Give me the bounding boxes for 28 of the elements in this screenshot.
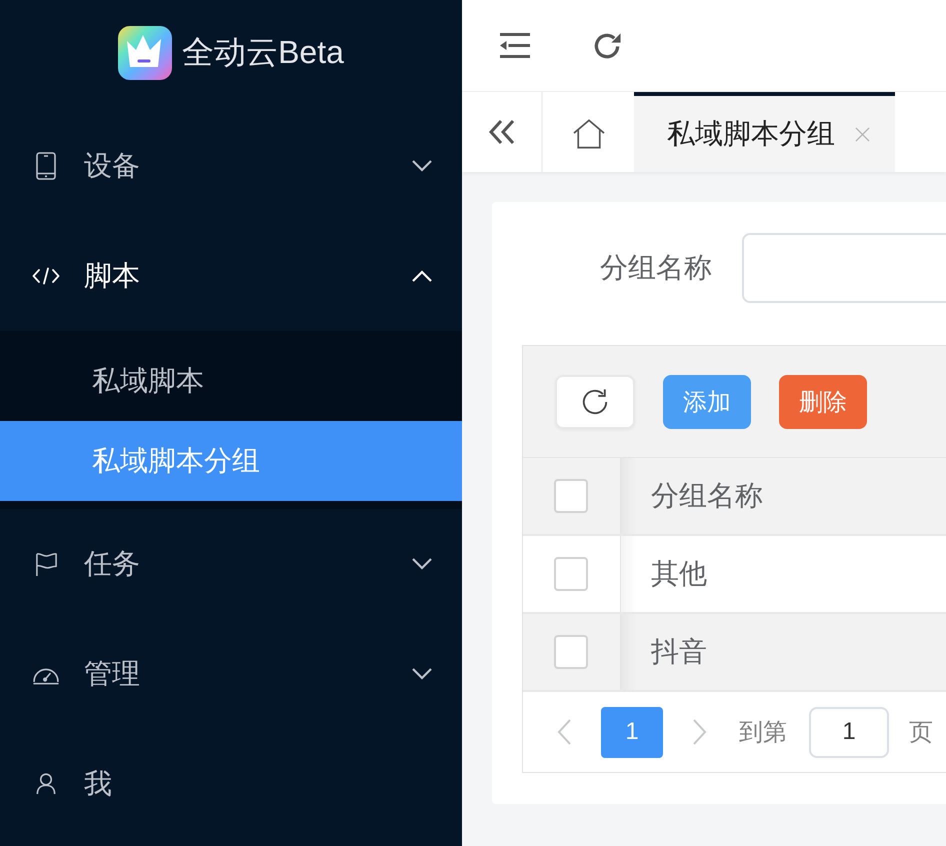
home-tab[interactable]: [543, 92, 634, 172]
page-unit-label: 页: [909, 718, 933, 748]
field-label: 分组名称: [599, 251, 713, 285]
code-icon: [32, 267, 60, 285]
close-icon[interactable]: [855, 126, 870, 142]
app-title: 全动云Beta: [182, 32, 344, 72]
checkbox[interactable]: [554, 479, 588, 513]
user-icon: [36, 772, 56, 796]
logo-icon: [118, 26, 172, 80]
page-input[interactable]: 1: [809, 706, 889, 758]
checkbox[interactable]: [554, 557, 588, 591]
refresh-button[interactable]: [555, 374, 635, 428]
submenu-item[interactable]: 私域脚本: [0, 341, 462, 421]
checkbox[interactable]: [554, 635, 588, 669]
sidebar-menu-item[interactable]: 脚本: [0, 221, 462, 331]
tab[interactable]: 私域脚本分组: [634, 92, 895, 172]
sidebar-menu-item[interactable]: 我: [0, 729, 462, 839]
flag-icon: [34, 552, 58, 576]
goto-label: 到第: [739, 718, 787, 748]
phone-icon: [36, 152, 56, 180]
sidebar-menu-item[interactable]: 设备: [0, 111, 462, 221]
sidebar-menu-item[interactable]: 管理: [0, 619, 462, 729]
double-chevron-left-icon[interactable]: [488, 119, 516, 145]
sidebar-menu-item[interactable]: 任务: [0, 509, 462, 619]
refresh-icon[interactable]: [593, 31, 622, 60]
refresh-icon: [581, 388, 609, 416]
home-icon: [572, 119, 604, 149]
menu-fold-icon[interactable]: [500, 33, 530, 58]
